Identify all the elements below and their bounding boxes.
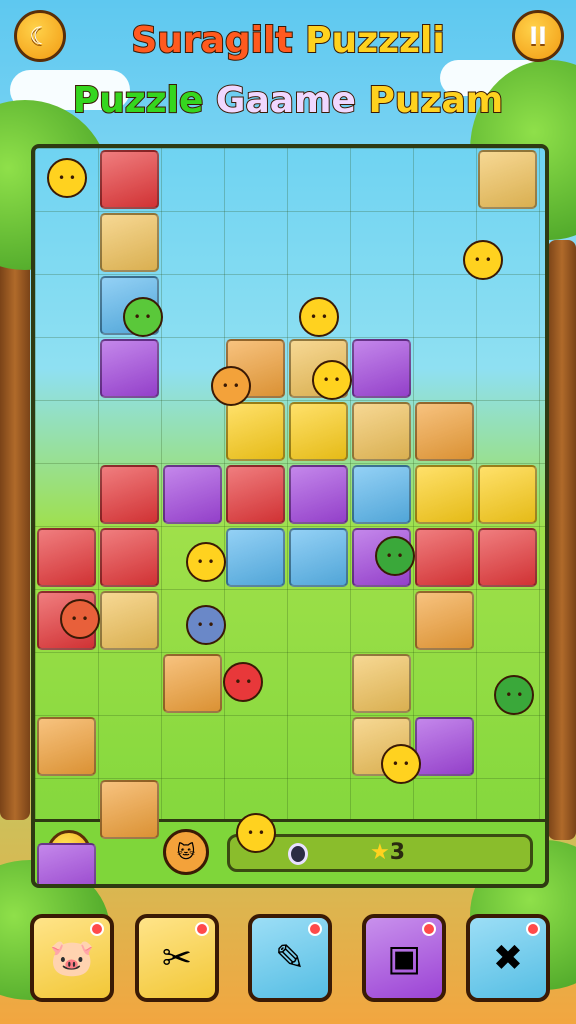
- title-word: Puzzzli: [304, 19, 446, 62]
- critter-piece[interactable]: • •: [462, 239, 503, 280]
- critter-piece[interactable]: • •: [185, 605, 226, 646]
- board-tile[interactable]: [415, 465, 474, 524]
- notification-dot: [526, 922, 540, 936]
- wand-icon: ✎: [274, 937, 306, 979]
- critter-piece[interactable]: • •: [185, 542, 226, 583]
- critter-piece[interactable]: • •: [210, 365, 251, 406]
- board-tile[interactable]: [352, 402, 411, 461]
- board-tile[interactable]: [100, 591, 159, 650]
- critter-piece[interactable]: • •: [236, 813, 276, 854]
- board-tile[interactable]: [37, 843, 96, 884]
- critter-piece[interactable]: • •: [311, 359, 352, 400]
- board-tile[interactable]: [415, 402, 474, 461]
- critter-piece[interactable]: • •: [299, 296, 339, 337]
- critter-piece[interactable]: • •: [374, 536, 415, 576]
- star-count: ★3: [370, 840, 406, 865]
- board-tile[interactable]: [415, 591, 474, 650]
- title-word: Puzzle: [72, 79, 216, 122]
- board-tile[interactable]: [352, 465, 411, 524]
- board-tile[interactable]: [100, 213, 159, 272]
- board-tile[interactable]: [478, 528, 537, 587]
- board-tile[interactable]: [289, 465, 348, 524]
- title-word: Suragilt: [130, 19, 306, 62]
- board-tile[interactable]: [415, 528, 474, 587]
- notification-dot: [90, 922, 104, 936]
- notification-dot: [308, 922, 322, 936]
- critter-piece[interactable]: • •: [380, 743, 421, 784]
- board-tile[interactable]: [226, 465, 285, 524]
- board-tile[interactable]: [163, 654, 222, 713]
- gem-icon: [288, 843, 308, 865]
- star-count-icon: ★: [370, 840, 390, 865]
- board-tile[interactable]: [100, 465, 159, 524]
- puzzle-board[interactable]: ★ 🐱 ★3 • • • • • • • • • • • • • • • • • • • • • •…: [31, 144, 549, 888]
- notification-dot: [195, 922, 209, 936]
- critter-piece[interactable]: • •: [223, 662, 264, 702]
- box-icon: ▣: [386, 937, 421, 979]
- board-tile[interactable]: [289, 528, 348, 587]
- board-tile[interactable]: [100, 150, 159, 209]
- board-tile[interactable]: [100, 780, 159, 839]
- player-avatar[interactable]: 🐱: [163, 829, 209, 875]
- board-tile[interactable]: [289, 402, 348, 461]
- hammer-powerup[interactable]: ✖: [466, 914, 550, 1002]
- board-tile[interactable]: [226, 528, 285, 587]
- board-tile[interactable]: [352, 654, 411, 713]
- board-tile[interactable]: [100, 528, 159, 587]
- gift-box-powerup[interactable]: ▣: [362, 914, 446, 1002]
- board-tile[interactable]: [37, 528, 96, 587]
- title-word: Gaame: [215, 79, 369, 122]
- magic-wand-powerup[interactable]: ✎: [248, 914, 332, 1002]
- game-title-line2: Puzzle Gaame Puzam: [0, 79, 576, 122]
- board-tile[interactable]: [478, 150, 537, 209]
- hammer-icon: ✖: [492, 937, 524, 979]
- pink-creature-icon: 🐷: [49, 938, 95, 979]
- game-title-line1: Suragilt Puzzzli: [0, 19, 576, 62]
- pink-creature-powerup[interactable]: 🐷: [30, 914, 114, 1002]
- board-tile[interactable]: [415, 717, 474, 776]
- critter-piece[interactable]: • •: [47, 158, 87, 198]
- title-word: Puzam: [368, 79, 505, 122]
- board-tile[interactable]: [37, 717, 96, 776]
- board-tile[interactable]: [226, 402, 285, 461]
- notification-dot: [422, 922, 436, 936]
- board-tile[interactable]: [352, 339, 411, 398]
- critter-piece[interactable]: • •: [122, 296, 163, 337]
- critter-piece[interactable]: • •: [494, 674, 535, 715]
- shovel-icon: ✂: [161, 937, 193, 979]
- cat-face-icon: 🐱: [176, 841, 196, 863]
- board-tile[interactable]: [163, 465, 222, 524]
- board-tile[interactable]: [100, 339, 159, 398]
- shovel-powerup[interactable]: ✂: [135, 914, 219, 1002]
- critter-piece[interactable]: • •: [59, 599, 100, 639]
- board-tile[interactable]: [478, 465, 537, 524]
